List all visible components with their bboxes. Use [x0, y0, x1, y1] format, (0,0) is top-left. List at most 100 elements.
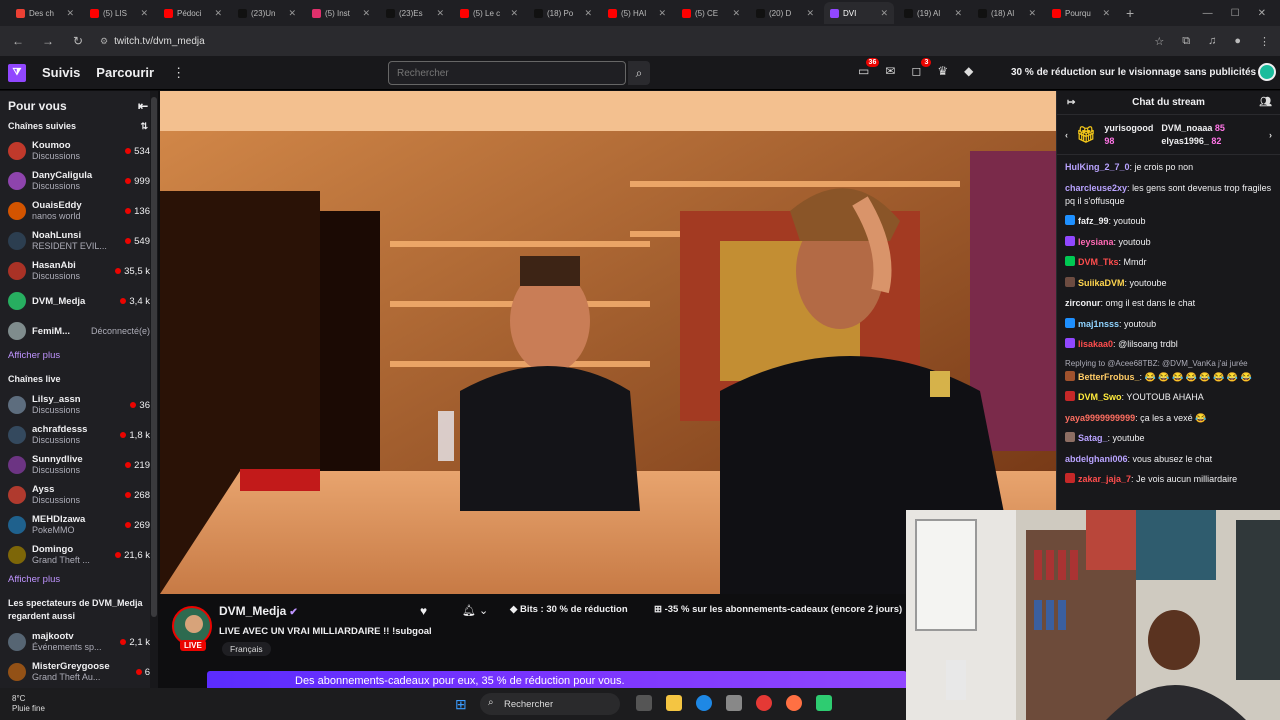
browser-tab[interactable]: (18) Al ✕ — [972, 2, 1042, 24]
tab-close-icon[interactable]: ✕ — [214, 8, 222, 19]
chat-users-icon[interactable]: 👥︎ — [1259, 97, 1272, 108]
chat-username[interactable]: maj1nsss — [1078, 319, 1119, 329]
sidebar-channel[interactable]: DanyCaligula Discussions 999 — [0, 166, 158, 196]
media-icon[interactable]: ♫ — [1208, 35, 1216, 48]
chat-username[interactable]: BetterFrobus_ — [1078, 372, 1140, 382]
tab-close-icon[interactable]: ✕ — [436, 8, 444, 19]
browser-tab[interactable]: Des ch ✕ — [10, 2, 80, 24]
sidebar-channel[interactable]: NoahLunsi RESIDENT EVIL... 549 — [0, 226, 158, 256]
turbo-promo[interactable]: 30 % de réduction sur le visionnage sans… — [1011, 67, 1256, 78]
leader-2[interactable]: DVM_noaaa 85 — [1161, 122, 1225, 135]
taskbar-search[interactable]: ⌕ Rechercher — [480, 693, 620, 715]
chat-username[interactable]: DVM_Tks — [1078, 257, 1119, 267]
sidebar-channel[interactable]: FemiM... Déconnecté(e) — [0, 316, 158, 346]
firefox-icon[interactable] — [786, 695, 802, 711]
browser-tab[interactable]: (5) HAI ✕ — [602, 2, 672, 24]
tab-close-icon[interactable]: ✕ — [880, 8, 888, 19]
sidebar-channel[interactable]: OuaisEddy nanos world 136 — [0, 196, 158, 226]
browser-tab[interactable]: Pourqu ✕ — [1046, 2, 1116, 24]
store-icon[interactable] — [726, 695, 742, 711]
leader-1[interactable]: yurisogood 98 — [1104, 122, 1153, 148]
tab-close-icon[interactable]: ✕ — [584, 8, 592, 19]
show-more-live[interactable]: Afficher plus — [0, 570, 158, 591]
chat-username[interactable]: fafz_99 — [1078, 216, 1109, 226]
sidebar-channel[interactable]: DVM_Medja 3,4 k — [0, 286, 158, 316]
tab-close-icon[interactable]: ✕ — [954, 8, 962, 19]
browser-tab[interactable]: Pédoci ✕ — [158, 2, 228, 24]
url-field[interactable]: ⚙ twitch.tv/dvm_medja — [100, 36, 205, 47]
chat-username[interactable]: DVM_Swo — [1078, 392, 1122, 402]
edge-icon[interactable] — [696, 695, 712, 711]
tab-close-icon[interactable]: ✕ — [1102, 8, 1110, 19]
browser-tab[interactable]: (5) LIS ✕ — [84, 2, 154, 24]
whispers-icon[interactable]: ✉ — [885, 64, 895, 78]
channel-name[interactable]: DVM_Medja ✔ — [219, 604, 298, 618]
language-tag[interactable]: Français — [222, 642, 271, 656]
active-app-icon[interactable] — [816, 695, 832, 711]
tab-close-icon[interactable]: ✕ — [510, 8, 518, 19]
tab-close-icon[interactable]: ✕ — [1028, 8, 1036, 19]
twitch-logo-icon[interactable]: ⧩ — [8, 63, 26, 82]
nav-following[interactable]: Suivis — [42, 65, 80, 80]
bits-icon[interactable]: ◆ — [964, 64, 973, 78]
new-tab-button[interactable]: + — [1120, 5, 1140, 21]
sidebar-scrollbar[interactable] — [150, 91, 158, 688]
browser-tab[interactable]: (20) D ✕ — [750, 2, 820, 24]
collapse-chat-icon[interactable]: ↦ — [1067, 97, 1075, 108]
tab-close-icon[interactable]: ✕ — [362, 8, 370, 19]
sidebar-channel[interactable]: Domingo Grand Theft ... 21,6 k — [0, 540, 158, 570]
chat-username[interactable]: lisakaa0 — [1078, 339, 1113, 349]
user-avatar[interactable] — [1258, 63, 1276, 81]
chat-username[interactable]: Satag_ — [1078, 433, 1108, 443]
scrollbar-thumb[interactable] — [151, 97, 157, 617]
minimize-icon[interactable]: — — [1203, 8, 1213, 19]
forward-icon[interactable]: → — [40, 34, 56, 48]
browser-tab[interactable]: (5) Le c ✕ — [454, 2, 524, 24]
tab-close-icon[interactable]: ✕ — [288, 8, 296, 19]
browser-tab[interactable]: (23)Un ✕ — [232, 2, 302, 24]
inbox-icon[interactable]: ▭ 36 — [858, 58, 880, 78]
chat-username[interactable]: leysiana — [1078, 237, 1114, 247]
chat-username[interactable]: HulKing_2_7_0 — [1065, 162, 1130, 172]
sidebar-channel[interactable]: MisterGreygoose Grand Theft Au... 6 — [0, 657, 158, 687]
sidebar-channel[interactable]: Ayss Discussions 268 — [0, 480, 158, 510]
site-info-icon[interactable]: ⚙ — [100, 36, 108, 47]
tab-close-icon[interactable]: ✕ — [140, 8, 148, 19]
search-icon[interactable]: ⌕ — [628, 61, 650, 85]
bookmark-star-icon[interactable]: ☆ — [1154, 35, 1164, 48]
more-menu-icon[interactable]: ⋮ — [172, 65, 185, 81]
task-view-icon[interactable] — [636, 695, 652, 711]
close-window-icon[interactable]: ✕ — [1258, 8, 1266, 19]
browser-tab[interactable]: (19) Al ✕ — [898, 2, 968, 24]
nav-browse[interactable]: Parcourir — [96, 65, 154, 80]
tab-close-icon[interactable]: ✕ — [806, 8, 814, 19]
collapse-sidebar-icon[interactable]: ⇤ — [138, 99, 148, 113]
chat-username[interactable]: zirconur — [1065, 298, 1101, 308]
gift-subs-button[interactable]: ⊞ -35 % sur les abonnements-cadeaux (enc… — [654, 604, 902, 615]
tab-close-icon[interactable]: ✕ — [732, 8, 740, 19]
chat-username[interactable]: charcleuse2xy — [1065, 183, 1127, 193]
show-more-followed[interactable]: Afficher plus — [0, 346, 158, 367]
sidebar-channel[interactable]: majkootv Événements sp... 2,1 k — [0, 627, 158, 657]
leader-3[interactable]: elyas1996_ 82 — [1161, 135, 1225, 148]
sidebar-channel[interactable]: MEHDIzawa PokeMMO 269 — [0, 510, 158, 540]
bits-discount-button[interactable]: ◆ Bits : 30 % de réduction — [510, 604, 628, 615]
sidebar-channel[interactable]: HasanAbi Discussions 35,5 k — [0, 256, 158, 286]
tab-close-icon[interactable]: ✕ — [66, 8, 74, 19]
crown-icon[interactable]: ♛ — [937, 64, 948, 78]
notifications-icon[interactable]: ◻ 3 — [911, 58, 932, 78]
extensions-icon[interactable]: ⧉ — [1182, 35, 1190, 48]
chat-username[interactable]: SuiikaDVM — [1078, 278, 1125, 288]
sidebar-channel[interactable]: Koumoo Discussions 534 — [0, 136, 158, 166]
sort-icon[interactable]: ⇅ — [140, 121, 148, 132]
browser-tab[interactable]: DVI ✕ — [824, 2, 894, 24]
follow-heart-icon[interactable]: ♥ — [420, 604, 427, 618]
chat-username[interactable]: yaya9999999999 — [1065, 413, 1135, 423]
leaderboard-next-icon[interactable]: › — [1269, 130, 1272, 140]
reload-icon[interactable]: ↻ — [70, 34, 86, 48]
weather-widget[interactable]: 8°C Pluie fine — [12, 694, 45, 714]
leaderboard-prev-icon[interactable]: ‹ — [1065, 130, 1068, 140]
sidebar-channel[interactable]: achrafdesss Discussions 1,8 k — [0, 420, 158, 450]
browser-tab[interactable]: (18) Po ✕ — [528, 2, 598, 24]
browser-tab[interactable]: (5) CE ✕ — [676, 2, 746, 24]
